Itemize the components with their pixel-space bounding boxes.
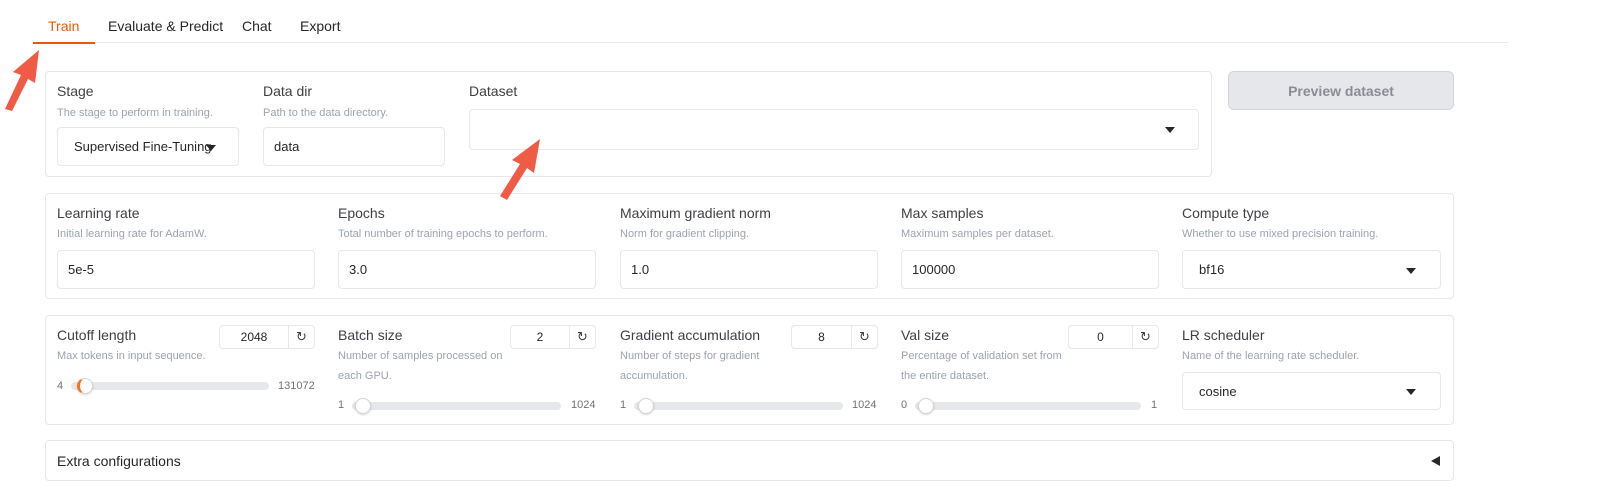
chevron-down-icon <box>1165 127 1175 133</box>
learning-rate-value: 5e-5 <box>68 262 95 277</box>
max-grad-norm-label: Maximum gradient norm <box>620 205 771 221</box>
lr-scheduler-label: LR scheduler <box>1182 327 1265 343</box>
dataset-dropdown[interactable] <box>469 109 1199 150</box>
grad-accum-number: 8 ↻ <box>791 325 878 349</box>
batch-size-label: Batch size <box>338 327 403 343</box>
batch-size-number: 2 ↻ <box>510 325 596 349</box>
epochs-label: Epochs <box>338 205 385 221</box>
lr-scheduler-dropdown[interactable]: cosine <box>1182 372 1441 410</box>
tab-train[interactable]: Train <box>32 18 96 44</box>
max-samples-input[interactable]: 100000 <box>901 250 1159 289</box>
grad-accum-value[interactable]: 8 <box>792 326 851 348</box>
max-samples-info: Maximum samples per dataset. <box>901 228 1054 240</box>
tab-chat[interactable]: Chat <box>242 18 272 43</box>
cutoff-length-number: 2048 ↻ <box>219 325 315 349</box>
batch-size-max: 1024 <box>571 399 596 411</box>
stage-label: Stage <box>57 83 94 99</box>
grad-accum-slider[interactable] <box>634 398 843 414</box>
grad-accum-max: 1024 <box>852 399 877 411</box>
reset-icon[interactable]: ↻ <box>569 326 595 348</box>
cutoff-length-info: Max tokens in input sequence. <box>57 350 206 362</box>
batch-size-value[interactable]: 2 <box>511 326 569 348</box>
reset-icon[interactable]: ↻ <box>1132 326 1158 348</box>
compute-type-info: Whether to use mixed precision training. <box>1182 228 1379 240</box>
grad-accum-label: Gradient accumulation <box>620 327 761 343</box>
data-dir-value: data <box>274 139 300 154</box>
cutoff-length-label: Cutoff length <box>57 327 137 343</box>
val-size-value[interactable]: 0 <box>1069 326 1132 348</box>
compute-type-dropdown[interactable]: bf16 <box>1182 250 1441 289</box>
reset-icon[interactable]: ↻ <box>288 326 314 348</box>
cutoff-length-min: 4 <box>57 380 64 392</box>
val-size-label: Val size <box>901 327 949 343</box>
max-grad-norm-value: 1.0 <box>631 262 650 277</box>
data-dir-label: Data dir <box>263 83 313 99</box>
preview-dataset-button[interactable]: Preview dataset <box>1228 71 1454 110</box>
stage-value: Supervised Fine-Tuning <box>74 139 212 154</box>
max-samples-value: 100000 <box>912 262 956 277</box>
stage-dropdown[interactable]: Supervised Fine-Tuning <box>57 127 239 166</box>
grad-accum-min: 1 <box>620 399 627 411</box>
compute-type-label: Compute type <box>1182 205 1270 221</box>
lr-scheduler-info: Name of the learning rate scheduler. <box>1182 350 1360 362</box>
tab-evaluate-predict[interactable]: Evaluate & Predict <box>108 18 223 43</box>
stage-info: The stage to perform in training. <box>57 107 213 119</box>
batch-size-info: Number of samples processed on each GPU. <box>338 350 503 382</box>
batch-size-slider[interactable] <box>352 398 561 414</box>
data-dir-input[interactable]: data <box>263 127 445 166</box>
learning-rate-label: Learning rate <box>57 205 140 221</box>
data-dir-info: Path to the data directory. <box>263 107 389 119</box>
learning-rate-input[interactable]: 5e-5 <box>57 250 315 289</box>
red-arrow-icon <box>500 139 540 200</box>
red-arrow-icon <box>5 50 39 111</box>
slider-handle[interactable] <box>76 378 93 394</box>
dataset-label: Dataset <box>469 83 518 99</box>
chevron-down-icon <box>1406 389 1416 395</box>
val-size-slider[interactable] <box>915 398 1141 414</box>
chevron-down-icon <box>1406 268 1416 274</box>
batch-size-min: 1 <box>338 399 345 411</box>
cutoff-length-value[interactable]: 2048 <box>220 326 288 348</box>
tab-export[interactable]: Export <box>300 18 340 43</box>
max-grad-norm-info: Norm for gradient clipping. <box>620 228 750 240</box>
compute-type-value: bf16 <box>1199 262 1225 277</box>
slider-handle[interactable] <box>918 398 934 414</box>
tab-bar: Train Evaluate & Predict Chat Export <box>32 0 1508 44</box>
val-size-max: 1 <box>1151 399 1158 411</box>
extra-configurations-label: Extra configurations <box>57 452 181 469</box>
triangle-left-icon <box>1431 456 1440 466</box>
lr-scheduler-value: cosine <box>1199 383 1237 399</box>
epochs-value: 3.0 <box>349 262 368 277</box>
epochs-info: Total number of training epochs to perfo… <box>338 228 548 240</box>
grad-accum-info: Number of steps for gradient accumulatio… <box>620 350 760 382</box>
max-samples-label: Max samples <box>901 205 984 221</box>
val-size-info: Percentage of validation set from the en… <box>901 350 1062 382</box>
reset-icon[interactable]: ↻ <box>851 326 877 348</box>
learning-rate-info: Initial learning rate for AdamW. <box>57 228 207 240</box>
chevron-down-icon <box>206 145 216 151</box>
cutoff-length-slider[interactable] <box>71 378 269 394</box>
epochs-input[interactable]: 3.0 <box>338 250 596 289</box>
val-size-number: 0 ↻ <box>1068 325 1159 349</box>
cutoff-length-max: 131072 <box>278 380 315 392</box>
max-grad-norm-input[interactable]: 1.0 <box>620 250 878 289</box>
val-size-min: 0 <box>901 399 908 411</box>
extra-configurations-accordion[interactable]: Extra configurations <box>45 440 1454 481</box>
